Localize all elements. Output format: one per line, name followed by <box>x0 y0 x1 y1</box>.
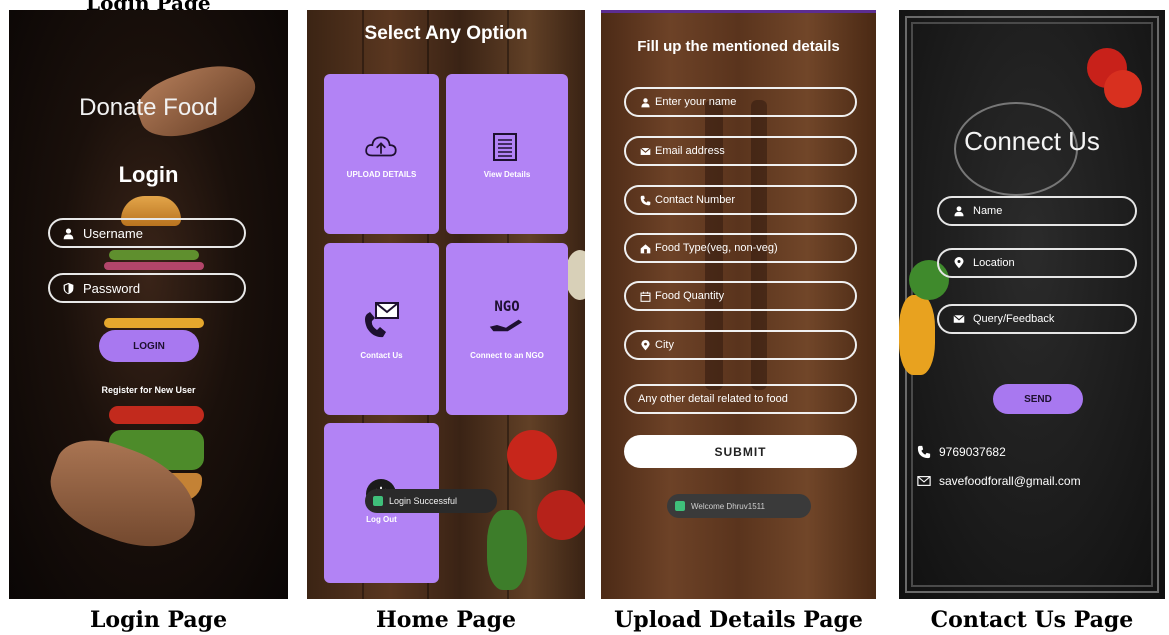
onion-layer-image <box>104 262 204 270</box>
location-input[interactable]: Location <box>937 248 1137 278</box>
app-icon <box>373 496 383 506</box>
toast-text: Login Successful <box>389 496 458 506</box>
toast-message: Welcome Dhruv1511 <box>667 494 811 518</box>
login-screen: Donate Food Login Username Password LOGI… <box>9 10 288 599</box>
mail-icon <box>917 476 931 486</box>
phone-icon <box>640 195 651 205</box>
name-placeholder: Enter your name <box>655 96 737 108</box>
toast-text: Welcome Dhruv1511 <box>691 501 765 511</box>
send-button[interactable]: SEND <box>993 384 1083 414</box>
status-bar <box>601 10 876 13</box>
person-icon <box>954 206 964 217</box>
app-icon <box>675 501 685 511</box>
query-feedback-input[interactable]: Query/Feedback <box>937 304 1137 334</box>
location-icon <box>641 339 650 350</box>
home-caption: Home Page <box>376 607 516 633</box>
username-placeholder: Username <box>83 225 143 241</box>
upload-title: Fill up the mentioned details <box>637 38 840 55</box>
squash-image <box>899 295 935 375</box>
home-screen: Select Any Option UPLOAD DETAILS View De… <box>307 10 585 599</box>
mail-icon <box>953 314 965 323</box>
view-details-tile[interactable]: View Details <box>446 74 568 234</box>
tomato-layer-image <box>109 406 204 424</box>
contact-number-input[interactable]: Contact Number <box>624 185 857 215</box>
contact-us-tile[interactable]: Contact Us <box>324 243 439 415</box>
register-link[interactable]: Register for New User <box>9 385 288 395</box>
city-placeholder: City <box>655 339 674 351</box>
email-address[interactable]: savefoodforall@gmail.com <box>939 474 1081 488</box>
upload-details-tile[interactable]: UPLOAD DETAILS <box>324 74 439 234</box>
tile-label: View Details <box>483 170 531 179</box>
email-line: savefoodforall@gmail.com <box>917 474 1081 488</box>
location-icon <box>954 257 964 269</box>
mail-icon <box>640 147 651 155</box>
location-placeholder: Location <box>973 257 1015 269</box>
calendar-icon <box>640 291 651 302</box>
password-placeholder: Password <box>83 280 141 296</box>
cloud-upload-icon <box>365 136 397 157</box>
tile-label: UPLOAD DETAILS <box>346 170 417 179</box>
other-detail-input[interactable]: Any other detail related to food <box>624 384 857 414</box>
tomato-image <box>507 430 557 480</box>
tile-label: Contact Us <box>360 351 403 360</box>
upload-details-screen: Fill up the mentioned details Enter your… <box>601 10 876 599</box>
password-input[interactable]: Password <box>48 273 246 303</box>
query-feedback-placeholder: Query/Feedback <box>973 313 1055 325</box>
other-detail-placeholder: Any other detail related to food <box>638 393 788 405</box>
phone-line: 9769037682 <box>917 445 1006 459</box>
person-icon <box>63 227 74 239</box>
tile-label: Connect to an NGO <box>470 351 544 360</box>
login-heading: Login <box>118 162 179 187</box>
submit-button[interactable]: SUBMIT <box>624 435 857 468</box>
food-quantity-input[interactable]: Food Quantity <box>624 281 857 311</box>
garlic-image <box>565 250 585 300</box>
food-type-placeholder: Food Type(veg, non-veg) <box>655 242 778 254</box>
ngo-icon-text: NGO <box>494 299 520 315</box>
email-input[interactable]: Email address <box>624 136 857 166</box>
food-type-input[interactable]: Food Type(veg, non-veg) <box>624 233 857 263</box>
login-caption: Login Page <box>89 607 228 633</box>
city-input[interactable]: City <box>624 330 857 360</box>
phone-icon <box>917 445 931 459</box>
lettuce-layer-image <box>109 250 199 260</box>
shield-icon <box>63 282 74 294</box>
phone-number[interactable]: 9769037682 <box>939 445 1006 459</box>
contact-title: Connect Us <box>964 126 1100 156</box>
contact-caption: Contact Us Page <box>930 607 1134 633</box>
connect-ngo-tile[interactable]: NGO Connect to an NGO <box>446 243 568 415</box>
name-input[interactable]: Enter your name <box>624 87 857 117</box>
phone-mail-icon <box>365 302 399 338</box>
login-button[interactable]: LOGIN <box>99 330 199 362</box>
tomato-image <box>537 490 585 540</box>
username-input[interactable]: Username <box>48 218 246 248</box>
contact-number-placeholder: Contact Number <box>655 194 736 206</box>
person-icon <box>641 97 650 107</box>
contact-name-input[interactable]: Name <box>937 196 1137 226</box>
ngo-hand-icon <box>489 319 523 332</box>
contact-name-placeholder: Name <box>973 205 1003 217</box>
toast-message: Login Successful <box>365 489 497 513</box>
contact-us-screen: Connect Us Name Location Query/Feedback … <box>899 10 1165 599</box>
home-title: Select Any Option <box>364 23 528 44</box>
tile-label: Log Out <box>366 515 397 524</box>
app-title: Donate Food <box>79 94 218 121</box>
tomato-image <box>1104 70 1142 108</box>
upload-caption: Upload Details Page <box>614 607 863 633</box>
cheese-layer-image <box>104 318 204 328</box>
basil-image <box>487 510 527 590</box>
list-icon <box>493 133 517 161</box>
food-quantity-placeholder: Food Quantity <box>655 290 725 302</box>
home-icon <box>640 243 651 253</box>
email-placeholder: Email address <box>655 145 725 157</box>
